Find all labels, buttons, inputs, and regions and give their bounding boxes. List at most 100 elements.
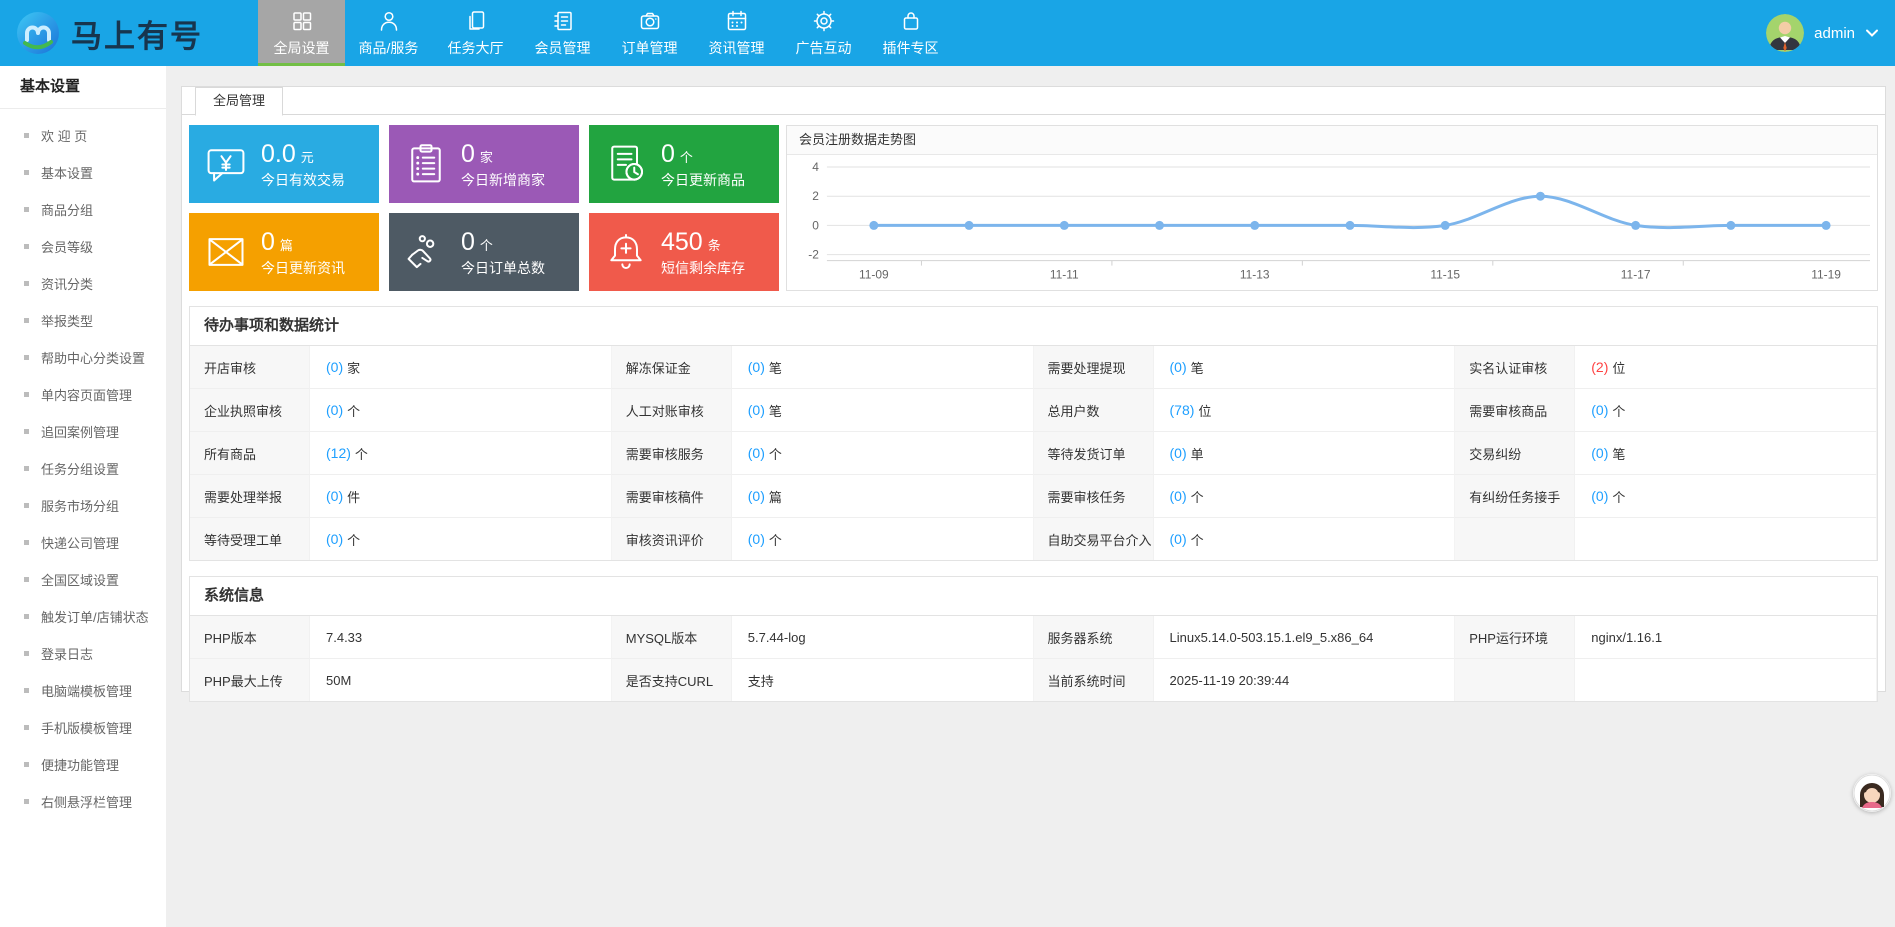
todo-label-cell: 企业执照审核	[190, 388, 310, 431]
sidebar-item[interactable]: 快递公司管理	[0, 524, 166, 561]
camera-icon	[638, 9, 662, 33]
service-avatar-button[interactable]	[1853, 774, 1891, 812]
nav-item[interactable]: 广告互动	[780, 0, 867, 66]
sysinfo-value: 5.7.44-log	[748, 630, 806, 645]
user-menu[interactable]: admin	[1766, 0, 1879, 66]
sidebar-item[interactable]: 帮助中心分类设置	[0, 339, 166, 376]
todo-unit: 家	[347, 358, 360, 377]
nav-item-label: 资讯管理	[709, 38, 765, 58]
sysinfo-section: 系统信息 PHP版本7.4.33MYSQL版本5.7.44-log服务器系统Li…	[189, 576, 1878, 702]
sidebar-item[interactable]: 单内容页面管理	[0, 376, 166, 413]
todo-table: 开店审核(0)家解冻保证金(0)笔需要处理提现(0)笔实名认证审核(2)位企业执…	[190, 346, 1877, 560]
stat-card[interactable]: 450条短信剩余库存	[589, 213, 779, 291]
todo-count-link[interactable]: (0)	[748, 359, 765, 375]
todo-count-link[interactable]: (0)	[748, 445, 765, 461]
todo-value-cell: (0)个	[310, 517, 612, 560]
sidebar-item[interactable]: 资讯分类	[0, 265, 166, 302]
todo-unit: 笔	[1612, 444, 1625, 463]
todo-value-cell: (0)笔	[1575, 431, 1877, 474]
nav-item[interactable]: 会员管理	[519, 0, 606, 66]
card-value: 0	[661, 142, 675, 167]
sidebar-item[interactable]: 触发订单/店铺状态	[0, 598, 166, 635]
logo[interactable]: 马上有号	[0, 0, 246, 66]
todo-label-cell: 等待受理工单	[190, 517, 310, 560]
bullet-icon	[24, 651, 29, 656]
card-value: 0	[461, 142, 475, 167]
todo-count-link[interactable]: (0)	[326, 402, 343, 418]
grid-icon	[290, 9, 314, 33]
sysinfo-value-cell: 50M	[310, 658, 612, 701]
sidebar-item[interactable]: 欢 迎 页	[0, 117, 166, 154]
stat-card[interactable]: 0.0元今日有效交易	[189, 125, 379, 203]
sidebar-item[interactable]: 便捷功能管理	[0, 746, 166, 783]
todo-count-link[interactable]: (0)	[748, 402, 765, 418]
todo-count-link[interactable]: (0)	[1170, 488, 1187, 504]
sidebar-item[interactable]: 任务分组设置	[0, 450, 166, 487]
tab-global-management[interactable]: 全局管理	[195, 87, 283, 116]
sidebar-item[interactable]: 追回案例管理	[0, 413, 166, 450]
card-unit: 个	[680, 151, 693, 164]
sysinfo-label-cell: 是否支持CURL	[612, 658, 732, 701]
sidebar-item[interactable]: 会员等级	[0, 228, 166, 265]
todo-count-link[interactable]: (12)	[326, 445, 351, 461]
stat-card[interactable]: 0家今日新增商家	[389, 125, 579, 203]
nav-item[interactable]: 任务大厅	[432, 0, 519, 66]
todo-count-link[interactable]: (0)	[1591, 402, 1608, 418]
todo-unit: 笔	[769, 358, 782, 377]
sysinfo-value-cell: nginx/1.16.1	[1575, 616, 1877, 658]
todo-unit: 个	[347, 401, 360, 420]
sidebar-item[interactable]: 电脑端模板管理	[0, 672, 166, 709]
todo-count-link[interactable]: (0)	[1170, 531, 1187, 547]
bullet-icon	[24, 281, 29, 286]
sidebar-item-label: 全国区域设置	[41, 570, 119, 589]
card-label: 今日有效交易	[261, 173, 345, 187]
todo-count-link[interactable]: (0)	[1591, 488, 1608, 504]
bullet-icon	[24, 688, 29, 693]
nav-item[interactable]: 资讯管理	[693, 0, 780, 66]
sidebar-item[interactable]: 举报类型	[0, 302, 166, 339]
user-icon	[377, 9, 401, 33]
todo-label-cell: 总用户数	[1034, 388, 1154, 431]
todo-count-link[interactable]: (2)	[1591, 359, 1608, 375]
todo-value-cell: (0)个	[732, 431, 1034, 474]
todo-count-link[interactable]: (0)	[748, 488, 765, 504]
nav-item[interactable]: 订单管理	[606, 0, 693, 66]
stat-card[interactable]: 0篇今日更新资讯	[189, 213, 379, 291]
sidebar-item[interactable]: 商品分组	[0, 191, 166, 228]
sidebar-item[interactable]: 全国区域设置	[0, 561, 166, 598]
stat-card[interactable]: 0个今日订单总数	[389, 213, 579, 291]
todo-count-link[interactable]: (0)	[1591, 445, 1608, 461]
todo-value-cell: (0)笔	[1154, 346, 1456, 388]
sidebar-item[interactable]: 右侧悬浮栏管理	[0, 783, 166, 820]
todo-count-link[interactable]: (0)	[326, 359, 343, 375]
sidebar-item[interactable]: 登录日志	[0, 635, 166, 672]
todo-label-cell: 解冻保证金	[612, 346, 732, 388]
todo-count-link[interactable]: (0)	[1170, 359, 1187, 375]
sidebar-item[interactable]: 服务市场分组	[0, 487, 166, 524]
nav-item[interactable]: 商品/服务	[345, 0, 432, 66]
sysinfo-value: 7.4.33	[326, 630, 362, 645]
todo-unit: 件	[347, 487, 360, 506]
todo-label-cell: 交易纠纷	[1455, 431, 1575, 474]
todo-value-cell: (0)家	[310, 346, 612, 388]
nav-item[interactable]: 全局设置	[258, 0, 345, 66]
todo-unit: 位	[1198, 401, 1211, 420]
todo-count-link[interactable]: (78)	[1170, 402, 1195, 418]
nav-item-label: 商品/服务	[359, 38, 419, 58]
todo-unit: 个	[1612, 487, 1625, 506]
chevron-down-icon	[1865, 28, 1879, 38]
sidebar-title: 基本设置	[0, 66, 166, 109]
sidebar-item[interactable]: 手机版模板管理	[0, 709, 166, 746]
bullet-icon	[24, 133, 29, 138]
todo-count-link[interactable]: (0)	[326, 488, 343, 504]
todo-count-link[interactable]: (0)	[1170, 445, 1187, 461]
todo-count-link[interactable]: (0)	[326, 531, 343, 547]
card-value: 450	[661, 230, 703, 255]
tablet-icon	[464, 9, 488, 33]
todo-count-link[interactable]: (0)	[748, 531, 765, 547]
stat-card[interactable]: 0个今日更新商品	[589, 125, 779, 203]
todo-unit: 个	[769, 444, 782, 463]
nav-item[interactable]: 插件专区	[867, 0, 954, 66]
sidebar-item[interactable]: 基本设置	[0, 154, 166, 191]
todo-label-cell: 等待发货订单	[1034, 431, 1154, 474]
